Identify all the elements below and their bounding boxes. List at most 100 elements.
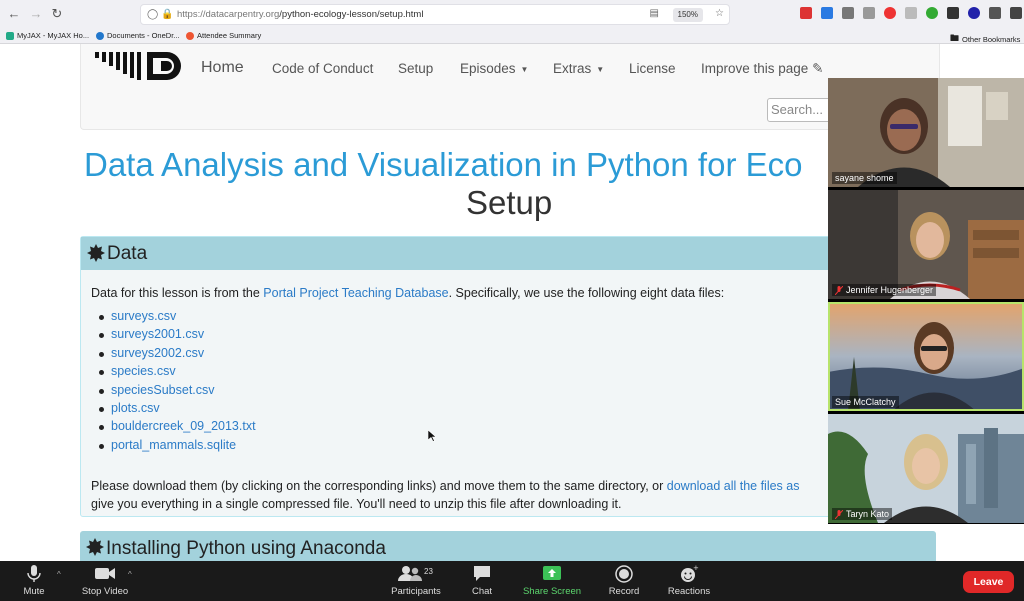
participant-video (828, 414, 1024, 523)
forward-icon[interactable]: → (28, 6, 44, 22)
participant-video (828, 302, 1024, 411)
video-options-caret-icon[interactable]: ^ (128, 570, 132, 579)
library-icon[interactable] (989, 7, 1001, 19)
leave-button[interactable]: Leave (963, 571, 1014, 593)
video-tile-active-speaker[interactable]: Sue McClatchy (828, 302, 1024, 411)
back-icon[interactable]: ← (6, 6, 22, 22)
reader-view-icon[interactable]: ▤ (650, 8, 659, 19)
grid-icon[interactable] (947, 7, 959, 19)
file-link[interactable]: speciesSubset.csv (111, 383, 215, 397)
reload-icon[interactable]: ↻ (49, 6, 65, 22)
video-camera-icon (95, 568, 115, 579)
nav-code-of-conduct[interactable]: Code of Conduct (272, 61, 373, 76)
extension-toolbar (800, 7, 1024, 21)
list-item: portal_mammals.sqlite (99, 438, 256, 456)
attendee-icon (186, 31, 194, 40)
browser-chrome: ← → ↻ ◯ 🔒 https://datacarpentry.org/pyth… (0, 0, 1024, 44)
data-intro: Data for this lesson is from the Portal … (91, 286, 725, 300)
search-input[interactable]: Search... (767, 98, 837, 122)
file-link[interactable]: surveys2002.csv (111, 346, 204, 360)
onedrive-icon (96, 31, 104, 40)
data-file-list: surveys.csv surveys2001.csv surveys2002.… (99, 309, 256, 456)
reactions-smiley-icon: + (681, 565, 699, 582)
shield-extension-icon[interactable] (968, 7, 980, 19)
nav-setup[interactable]: Setup (398, 61, 433, 76)
share-screen-button[interactable]: Share Screen (518, 565, 586, 597)
mouse-cursor-icon (428, 430, 436, 442)
list-item: speciesSubset.csv (99, 383, 256, 401)
participant-name-label: Jennifer Hugenberger (832, 284, 937, 296)
list-item: species.csv (99, 364, 256, 382)
bookmark-star-icon[interactable]: ☆ (715, 8, 724, 19)
nav-home[interactable]: Home (201, 59, 244, 77)
grammarly-icon[interactable] (926, 7, 938, 19)
page-title: Data Analysis and Visualization in Pytho… (84, 146, 803, 183)
participant-name-label: Taryn Kato (832, 508, 893, 520)
pencil-icon: ✎ (812, 61, 824, 76)
bookmark-documents[interactable]: Documents - OneDr... (96, 31, 180, 40)
participant-video (828, 190, 1024, 299)
data-panel: Data Data for this lesson is from the Po… (80, 236, 936, 517)
certificate-icon (86, 538, 104, 556)
stop-video-button[interactable]: Stop Video (76, 565, 134, 597)
reader-icon[interactable] (863, 7, 875, 19)
zoom-video-strip: sayane shome Jennifer Hugenberger Sue Mc… (828, 78, 1024, 524)
zoom-meeting-toolbar: Mute ^ Stop Video ^ 23 Participants Chat… (0, 561, 1024, 601)
record-button[interactable]: Record (604, 565, 644, 597)
list-item: surveys.csv (99, 309, 256, 327)
nav-extras[interactable]: Extras ▼ (553, 61, 604, 76)
page-subtitle: Setup (466, 184, 553, 221)
bookmark-myjax[interactable]: MyJAX - MyJAX Ho... (6, 31, 89, 40)
audio-options-caret-icon[interactable]: ^ (57, 570, 61, 579)
site-navbar: Home Code of Conduct Setup Episodes ▼ Ext… (80, 44, 940, 130)
video-tile[interactable]: sayane shome (828, 78, 1024, 187)
sidebar-icon[interactable] (842, 7, 854, 19)
participant-name-label: sayane shome (832, 172, 897, 184)
video-tile[interactable]: Taryn Kato (828, 414, 1024, 523)
microphone-muted-icon (835, 285, 843, 295)
download-note-line2: give you everything in a single compress… (91, 497, 622, 511)
participants-button[interactable]: 23 Participants (386, 565, 446, 597)
portal-project-link[interactable]: Portal Project Teaching Database (263, 286, 448, 300)
file-link[interactable]: portal_mammals.sqlite (111, 438, 236, 452)
url-text[interactable]: https://datacarpentry.org/python-ecology… (177, 9, 423, 20)
pocket-icon[interactable] (800, 7, 812, 19)
nav-episodes[interactable]: Episodes ▼ (460, 61, 528, 76)
file-link[interactable]: surveys2001.csv (111, 327, 204, 341)
chat-button[interactable]: Chat (466, 565, 498, 597)
participant-name-label: Sue McClatchy (832, 396, 899, 408)
video-tile[interactable]: Jennifer Hugenberger (828, 190, 1024, 299)
lock-icon[interactable]: 🔒 (161, 9, 173, 20)
nav-improve-page[interactable]: Improve this page ✎ (701, 61, 823, 77)
file-link[interactable]: species.csv (111, 364, 176, 378)
download-note-line1: Please download them (by clicking on the… (91, 479, 800, 493)
shield-icon[interactable]: ◯ (147, 9, 158, 20)
nav-license[interactable]: License (629, 61, 676, 76)
download-icon[interactable] (821, 7, 833, 19)
file-link[interactable]: plots.csv (111, 401, 160, 415)
address-bar[interactable]: ◯ 🔒 https://datacarpentry.org/python-eco… (140, 4, 730, 25)
participant-video (828, 78, 1024, 187)
list-item: bouldercreek_09_2013.txt (99, 419, 256, 437)
list-item: surveys2002.csv (99, 346, 256, 364)
record-icon (615, 565, 633, 583)
microphone-icon (27, 565, 41, 582)
file-link[interactable]: bouldercreek_09_2013.txt (111, 419, 256, 433)
adblock-icon[interactable] (884, 7, 896, 19)
mute-button[interactable]: Mute (14, 565, 54, 597)
reactions-button[interactable]: + Reactions (664, 565, 714, 597)
bookmark-attendee-summary[interactable]: Attendee Summary (186, 31, 261, 40)
page-icon[interactable] (905, 7, 917, 19)
file-link[interactable]: surveys.csv (111, 309, 176, 323)
url-path: /python-ecology-lesson/setup.html (279, 9, 424, 20)
carpentries-logo[interactable] (95, 50, 193, 80)
data-panel-header: Data (81, 237, 935, 270)
microphone-muted-icon (835, 509, 843, 519)
data-panel-title: Data (107, 243, 148, 264)
certificate-icon (87, 244, 105, 262)
installing-python-panel: Installing Python using Anaconda (80, 531, 936, 561)
list-item: surveys2001.csv (99, 327, 256, 345)
download-all-link[interactable]: download all the files as (667, 479, 800, 493)
zoom-level-badge[interactable]: 150% (672, 8, 703, 22)
barcode-icon[interactable] (1010, 7, 1022, 19)
